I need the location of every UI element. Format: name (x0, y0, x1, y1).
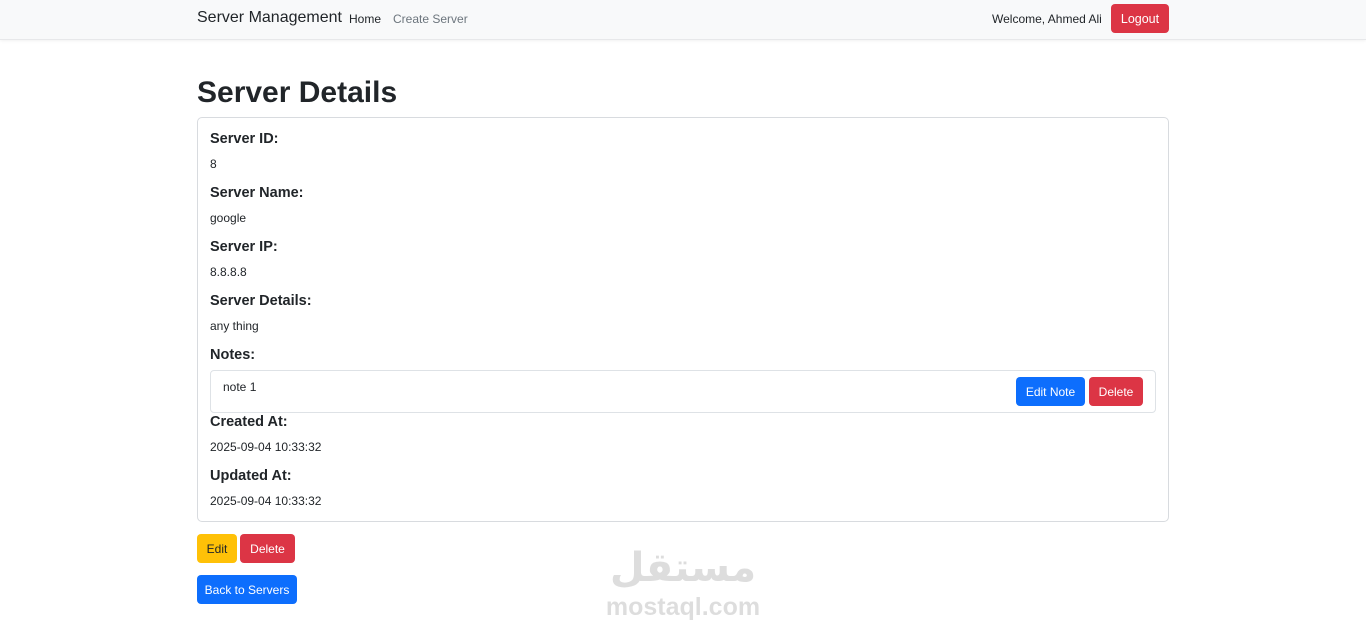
note-text: note 1 (223, 380, 257, 394)
watermark-arabic-text: مستقل (609, 546, 757, 590)
delete-note-button[interactable]: Delete (1089, 377, 1143, 406)
logout-button[interactable]: Logout (1111, 4, 1169, 33)
server-id-label: Server ID: (210, 131, 279, 147)
server-ip-label: Server IP: (210, 239, 278, 255)
welcome-text: Welcome, Ahmed Ali (992, 12, 1102, 26)
server-details-card: Server ID: 8 Server Name: google Server … (197, 117, 1169, 522)
server-id-value: 8 (210, 157, 217, 171)
server-details-value: any thing (210, 319, 259, 333)
updated-at-value: 2025-09-04 10:33:32 (210, 494, 322, 508)
created-at-label: Created At: (210, 414, 288, 430)
server-name-value: google (210, 211, 247, 225)
navbar: Server Management Home Create Server Wel… (0, 0, 1366, 40)
nav-link-home[interactable]: Home (349, 12, 381, 26)
watermark-logo: مستقل mostaql.com (598, 545, 768, 625)
page-title: Server Details (197, 76, 398, 109)
server-name-label: Server Name: (210, 185, 304, 201)
edit-note-button[interactable]: Edit Note (1016, 377, 1085, 406)
nav-link-create-server[interactable]: Create Server (393, 12, 468, 26)
navbar-brand[interactable]: Server Management (197, 9, 342, 27)
watermark-latin-text: mostaql.com (605, 593, 761, 621)
updated-at-label: Updated At: (210, 468, 292, 484)
delete-server-button[interactable]: Delete (240, 534, 295, 563)
notes-label: Notes: (210, 347, 256, 363)
note-item: note 1 Edit Note Delete (210, 370, 1156, 413)
back-to-servers-button[interactable]: Back to Servers (197, 575, 297, 604)
server-details-label: Server Details: (210, 293, 312, 309)
edit-server-button[interactable]: Edit (197, 534, 237, 563)
created-at-value: 2025-09-04 10:33:32 (210, 440, 322, 454)
server-ip-value: 8.8.8.8 (210, 265, 247, 279)
